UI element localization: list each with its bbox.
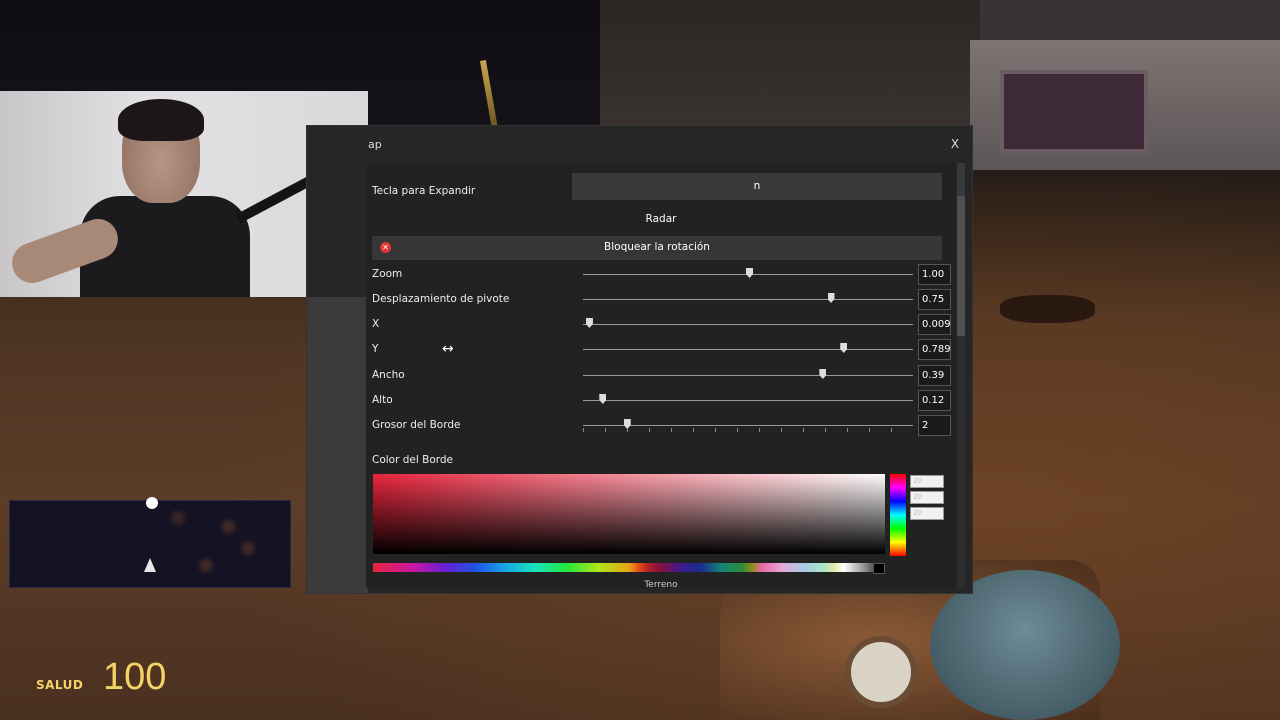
street-light [479,60,499,130]
slider-value-input[interactable]: 2 [918,415,951,436]
color-palette[interactable] [373,563,885,572]
slider-row: Zoom 1.00 [372,263,951,285]
slider-track[interactable] [583,400,913,401]
slider-row: Ancho 0.39 [372,364,951,386]
slider-value-input[interactable]: 0.39 [918,365,951,386]
border-color-row: Color del Borde [372,449,942,471]
slider-thumb[interactable] [746,268,753,278]
slider-label: Ancho [372,369,405,381]
slider-track[interactable] [583,375,913,376]
expand-key-label: Tecla para Expandir [372,185,476,197]
slider-value-input[interactable]: 0.789 [918,339,951,360]
minimap-terrain [10,501,290,587]
scrollbar-up-button[interactable] [957,163,965,196]
dialog-left-panel [307,297,368,593]
hue-slider[interactable] [890,474,906,556]
border-color-label: Color del Borde [372,454,454,466]
slider-row: Grosor del Borde 2 [372,414,951,436]
minimap-marker-icon [146,497,158,509]
slider-row: Y 0.789 [372,338,951,360]
slider-thumb[interactable] [585,318,593,328]
slider-thumb[interactable] [819,369,827,379]
slider-row: Desplazamiento de pivote 0.75 [372,288,951,310]
scrollbar-thumb[interactable] [957,196,965,336]
slider-label: Desplazamiento de pivote [372,293,510,305]
slider-label: Alto [372,394,393,406]
webcam-person-hair [118,99,204,141]
color-picker-canvas[interactable] [373,474,885,554]
slider-value-input[interactable]: 0.75 [918,289,951,310]
palette-swatch-black[interactable] [873,563,885,574]
section-radar-header: Radar [645,213,677,225]
red-input[interactable]: 20 [910,475,944,488]
section-terrain-header: Terreno [644,580,678,588]
health-value: 100 [103,656,167,698]
slider-label: Zoom [372,268,403,280]
dialog-titlebar[interactable] [368,130,968,160]
close-button[interactable]: X [948,137,962,153]
background-window [1000,70,1148,153]
minimap [9,497,291,588]
slider-track[interactable] [583,349,913,350]
green-input[interactable]: 20 [910,491,944,504]
slider-thumb[interactable] [840,343,848,353]
slider-row: Alto 0.12 [372,389,951,411]
slider-label: X [372,318,380,330]
health-label: SALUD [36,678,84,692]
slider-value-input[interactable]: 0.009 [918,314,951,335]
slider-thumb[interactable] [827,293,835,303]
dialog-title: ap [368,138,382,151]
slider-label: Grosor del Borde [372,419,461,431]
slider-ticks [583,428,913,432]
lock-rotation-checkbox[interactable]: Bloquear la rotación ✕ [372,236,942,260]
minimap-player-arrow-icon [144,558,156,572]
expand-key-input[interactable]: n [572,173,942,200]
ground-object [1000,295,1095,323]
slider-value-input[interactable]: 1.00 [918,264,951,285]
lock-rotation-label: Bloquear la rotación [604,241,710,253]
resize-cursor-icon: ↔ [442,341,454,357]
slider-track[interactable] [583,299,913,300]
weapon-gauge [845,636,917,708]
slider-row: X 0.009 [372,313,951,335]
slider-value-input[interactable]: 0.12 [918,390,951,411]
close-circle-icon: ✕ [380,242,391,253]
slider-thumb[interactable] [599,394,607,404]
slider-label: Y [372,343,379,355]
slider-track[interactable] [583,425,913,426]
slider-track[interactable] [583,324,913,325]
blue-input[interactable]: 20 [910,507,944,520]
